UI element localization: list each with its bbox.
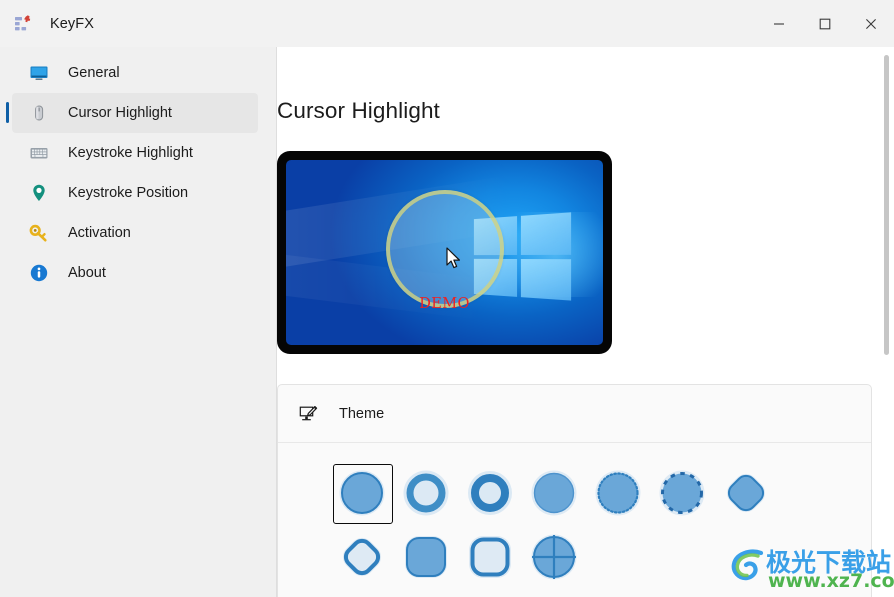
sidebar-item-label: About (68, 265, 106, 281)
theme-swatch-filled-squircle-diamond[interactable] (714, 461, 778, 525)
window-title: KeyFX (50, 15, 95, 32)
pen-edit-icon (297, 403, 319, 425)
theme-swatch-filled-circle[interactable] (330, 461, 394, 525)
sidebar-item-keystroke-highlight[interactable]: Keystroke Highlight (12, 133, 258, 173)
demo-watermark-text: DEMO (419, 296, 470, 313)
sidebar-item-label: Activation (68, 225, 131, 241)
keyboard-icon (28, 142, 50, 164)
close-button[interactable] (848, 0, 894, 47)
sidebar-item-keystroke-position[interactable]: Keystroke Position (12, 173, 258, 213)
minimize-icon (774, 22, 784, 25)
theme-swatch-outlined-diamond[interactable] (330, 525, 394, 589)
theme-swatch-crosshair-circle[interactable] (522, 525, 586, 589)
theme-card-header: Theme (278, 385, 871, 443)
sidebar-item-label: General (68, 65, 120, 81)
cursor-arrow-icon (446, 247, 461, 269)
sidebar-item-activation[interactable]: Activation (12, 213, 258, 253)
theme-card-body (278, 443, 871, 597)
theme-swatch-outlined-rounded-square[interactable] (458, 525, 522, 589)
sidebar-item-label: Keystroke Highlight (68, 145, 193, 161)
theme-card: Theme (277, 384, 872, 597)
theme-swatch-grid (278, 461, 838, 589)
mouse-icon (28, 102, 50, 124)
keyfx-app-icon (14, 14, 34, 34)
sidebar-item-about[interactable]: About (12, 253, 258, 293)
content-pane: Cursor Highlight DEMO Theme (277, 47, 894, 597)
sidebar-item-cursor-highlight[interactable]: Cursor Highlight (6, 93, 258, 133)
location-pin-icon (28, 182, 50, 204)
page-title: Cursor Highlight (277, 98, 440, 123)
theme-swatch-dashed-edge-circle[interactable] (650, 461, 714, 525)
theme-swatch-dotted-edge-circle[interactable] (586, 461, 650, 525)
title-bar: KeyFX (0, 0, 894, 47)
theme-swatch-filled-rounded-square[interactable] (394, 525, 458, 589)
theme-swatch-ring-thick-circle[interactable] (458, 461, 522, 525)
monitor-icon (28, 62, 50, 84)
close-icon (866, 18, 876, 29)
keyfx-window: KeyFX General Cursor Highlight Keystroke… (0, 0, 894, 597)
window-body: General Cursor Highlight Keystroke Highl… (0, 47, 894, 597)
cursor-highlight-preview: DEMO (277, 151, 612, 354)
theme-swatch-ring-thin-circle[interactable] (394, 461, 458, 525)
content-scrollbar-track[interactable] (879, 47, 894, 597)
highlight-circle-preview (385, 189, 504, 308)
content-scrollbar-thumb[interactable] (884, 55, 889, 355)
maximize-icon (819, 18, 831, 29)
sidebar: General Cursor Highlight Keystroke Highl… (0, 47, 277, 597)
theme-card-title: Theme (339, 405, 385, 422)
preview-wallpaper: DEMO (286, 160, 603, 345)
sidebar-item-label: Keystroke Position (68, 185, 189, 201)
key-icon (28, 222, 50, 244)
sidebar-item-general[interactable]: General (12, 53, 258, 93)
theme-swatch-filled-circle-soft[interactable] (522, 461, 586, 525)
minimize-button[interactable] (756, 0, 802, 47)
sidebar-item-label: Cursor Highlight (68, 105, 172, 121)
info-circle-icon (28, 262, 50, 284)
maximize-button[interactable] (802, 0, 848, 47)
